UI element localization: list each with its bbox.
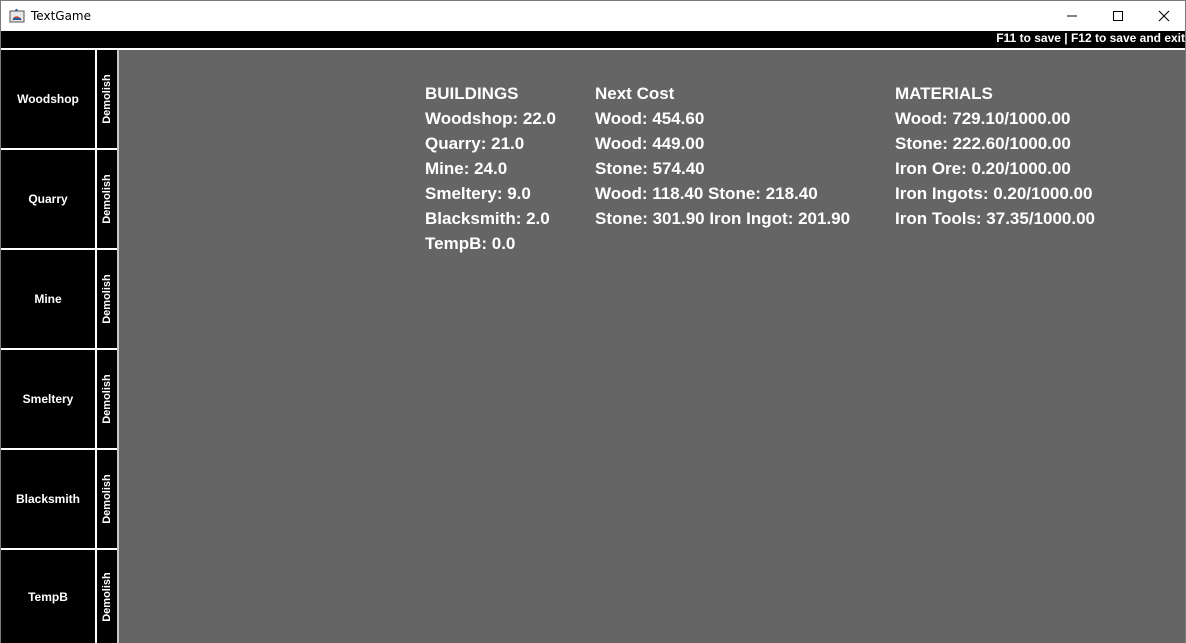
build-blacksmith-button[interactable]: Blacksmith bbox=[1, 450, 95, 548]
building-count-line: Mine: 24.0 bbox=[425, 159, 508, 178]
building-row-smeltery: Smeltery Demolish bbox=[1, 350, 117, 450]
building-count-line: Smeltery: 9.0 bbox=[425, 184, 531, 203]
materials-column: MATERIALS Wood: 729.10/1000.00 Stone: 22… bbox=[895, 81, 1095, 231]
building-sidebar: Woodshop Demolish Quarry Demolish Mine D… bbox=[1, 50, 117, 643]
close-icon bbox=[1158, 10, 1170, 22]
demolish-label: Demolish bbox=[101, 474, 114, 524]
demolish-woodshop-button[interactable]: Demolish bbox=[95, 50, 117, 148]
title-bar[interactable]: TextGame bbox=[1, 1, 1185, 31]
building-row-mine: Mine Demolish bbox=[1, 250, 117, 350]
close-button[interactable] bbox=[1141, 1, 1186, 31]
build-smeltery-button[interactable]: Smeltery bbox=[1, 350, 95, 448]
buildings-header: BUILDINGS bbox=[425, 84, 519, 103]
next-cost-line: Stone: 574.40 bbox=[595, 159, 705, 178]
demolish-quarry-button[interactable]: Demolish bbox=[95, 150, 117, 248]
demolish-label: Demolish bbox=[101, 274, 114, 324]
building-count-line: TempB: 0.0 bbox=[425, 234, 516, 253]
window-title: TextGame bbox=[31, 9, 91, 23]
material-line: Iron Ingots: 0.20/1000.00 bbox=[895, 184, 1093, 203]
building-row-tempb: TempB Demolish bbox=[1, 550, 117, 643]
material-line: Stone: 222.60/1000.00 bbox=[895, 134, 1071, 153]
save-hint-text: F11 to save | F12 to save and exit bbox=[996, 31, 1185, 45]
maximize-button[interactable] bbox=[1095, 1, 1141, 31]
demolish-label: Demolish bbox=[101, 571, 114, 622]
materials-header: MATERIALS bbox=[895, 84, 993, 103]
main-panel: BUILDINGS Woodshop: 22.0 Quarry: 21.0 Mi… bbox=[117, 50, 1185, 643]
material-line: Iron Ore: 0.20/1000.00 bbox=[895, 159, 1071, 178]
demolish-mine-button[interactable]: Demolish bbox=[95, 250, 117, 348]
next-cost-line: Wood: 449.00 bbox=[595, 134, 705, 153]
material-line: Iron Tools: 37.35/1000.00 bbox=[895, 209, 1095, 228]
material-line: Wood: 729.10/1000.00 bbox=[895, 109, 1071, 128]
save-info-bar: F11 to save | F12 to save and exit bbox=[1, 31, 1185, 48]
java-app-icon bbox=[9, 8, 25, 23]
next-cost-line: Wood: 454.60 bbox=[595, 109, 705, 128]
build-tempb-button[interactable]: TempB bbox=[1, 550, 95, 643]
demolish-blacksmith-button[interactable]: Demolish bbox=[95, 450, 117, 548]
build-woodshop-button[interactable]: Woodshop bbox=[1, 50, 95, 148]
build-mine-button[interactable]: Mine bbox=[1, 250, 95, 348]
building-row-quarry: Quarry Demolish bbox=[1, 150, 117, 250]
demolish-label: Demolish bbox=[101, 374, 114, 424]
next-cost-line: Stone: 301.90 Iron Ingot: 201.90 bbox=[595, 209, 851, 228]
next-cost-line: Wood: 118.40 Stone: 218.40 bbox=[595, 184, 818, 203]
buildings-column: BUILDINGS Woodshop: 22.0 Quarry: 21.0 Mi… bbox=[425, 81, 556, 256]
app-window: TextGame F11 to save | F12 to save and e… bbox=[0, 0, 1186, 643]
minimize-button[interactable] bbox=[1049, 1, 1095, 31]
next-cost-header: Next Cost bbox=[595, 84, 675, 103]
demolish-label: Demolish bbox=[101, 174, 114, 224]
building-count-line: Quarry: 21.0 bbox=[425, 134, 525, 153]
build-quarry-button[interactable]: Quarry bbox=[1, 150, 95, 248]
next-cost-column: Next Cost Wood: 454.60 Wood: 449.00 Ston… bbox=[595, 81, 850, 231]
building-row-blacksmith: Blacksmith Demolish bbox=[1, 450, 117, 550]
maximize-icon bbox=[1113, 11, 1123, 21]
demolish-tempb-button[interactable]: Demolish bbox=[95, 550, 117, 643]
demolish-smeltery-button[interactable]: Demolish bbox=[95, 350, 117, 448]
building-row-woodshop: Woodshop Demolish bbox=[1, 50, 117, 150]
building-count-line: Woodshop: 22.0 bbox=[425, 109, 556, 128]
building-count-line: Blacksmith: 2.0 bbox=[425, 209, 550, 228]
demolish-label: Demolish bbox=[101, 74, 114, 124]
minimize-icon bbox=[1067, 15, 1077, 17]
